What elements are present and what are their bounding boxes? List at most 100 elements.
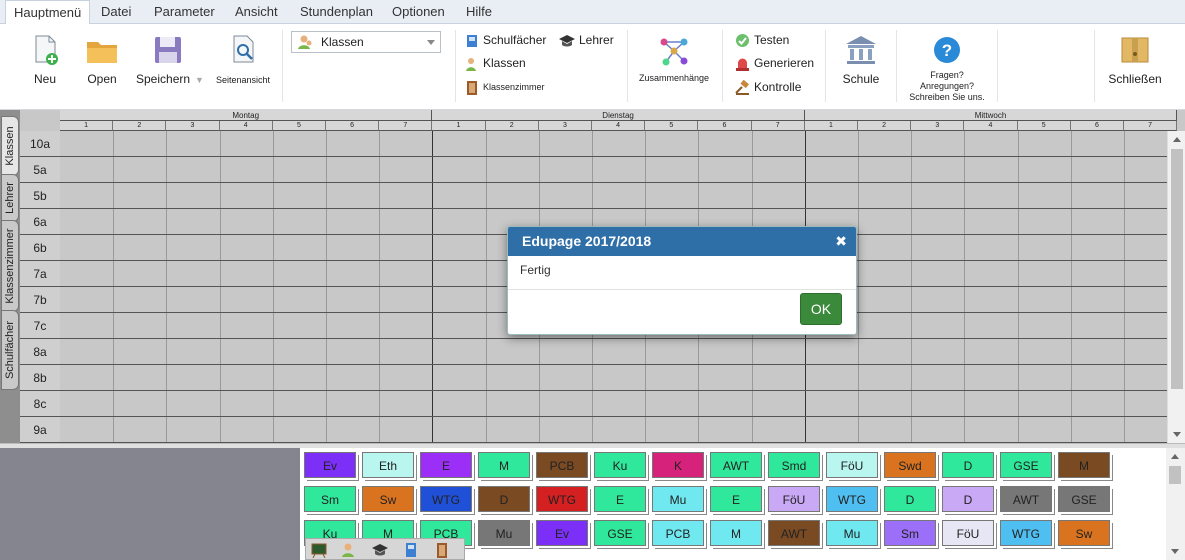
lesson-card[interactable]: FöU [826, 452, 878, 478]
lesson-card[interactable]: Sw [362, 486, 414, 512]
class-row-header[interactable]: 7b [20, 287, 60, 313]
class-row-header[interactable]: 10a [20, 131, 60, 157]
save-button[interactable]: Speichern ▼ [136, 34, 208, 86]
relations-button[interactable]: Zusammenhänge [636, 34, 712, 83]
day-header: Dienstag [432, 110, 805, 121]
close-button[interactable]: Schließen [1105, 34, 1165, 86]
lesson-card[interactable]: M [478, 452, 530, 478]
class-row-header[interactable]: 8c [20, 391, 60, 417]
timetable-scrollbar[interactable] [1167, 131, 1185, 443]
grid-line [273, 131, 274, 443]
lesson-card[interactable]: AWT [1000, 486, 1052, 512]
graduation-cap-icon[interactable] [372, 542, 388, 558]
close-icon[interactable]: ✖ [835, 227, 847, 256]
class-row-header[interactable]: 6b [20, 235, 60, 261]
ok-button[interactable]: OK [800, 293, 842, 325]
lesson-card[interactable]: M [1058, 452, 1110, 478]
menu-tab-hauptmenu[interactable]: Hauptmenü [5, 0, 91, 25]
period-header: 2 [858, 121, 912, 131]
lesson-card[interactable]: Ku [594, 452, 646, 478]
side-tab-lehrer[interactable]: Lehrer [1, 174, 19, 222]
lesson-card[interactable]: E [594, 486, 646, 512]
class-row-header[interactable]: 8b [20, 365, 60, 391]
lesson-card[interactable]: D [942, 452, 994, 478]
scrollbar-thumb[interactable] [1171, 149, 1183, 389]
lesson-card[interactable]: E [710, 486, 762, 512]
save-dropdown-icon[interactable]: ▼ [195, 75, 204, 85]
scroll-down-icon[interactable] [1173, 432, 1181, 437]
lesson-card[interactable]: GSE [1058, 486, 1110, 512]
generate-button[interactable]: Generieren [735, 53, 814, 73]
menu-tab-ansicht[interactable]: Ansicht [235, 0, 278, 24]
class-row-header[interactable]: 8a [20, 339, 60, 365]
scroll-up-icon[interactable] [1173, 137, 1181, 142]
lesson-card[interactable]: WTG [536, 486, 588, 512]
lesson-card[interactable]: M [710, 520, 762, 546]
cards-scrollbar[interactable] [1166, 448, 1185, 560]
lesson-card[interactable]: Eth [362, 452, 414, 478]
lesson-card[interactable]: K [652, 452, 704, 478]
lesson-card[interactable]: Smd [768, 452, 820, 478]
lesson-card[interactable]: Sm [884, 520, 936, 546]
lesson-card[interactable]: WTG [420, 486, 472, 512]
menu-tab-datei[interactable]: Datei [101, 0, 131, 24]
feedback-button[interactable]: ? Fragen? Anregungen? Schreiben Sie uns. [905, 36, 989, 103]
lesson-card[interactable]: Ev [304, 452, 356, 478]
class-row-header[interactable]: 5b [20, 183, 60, 209]
view-select[interactable]: Klassen [291, 31, 441, 53]
test-button[interactable]: Testen [735, 30, 789, 50]
teachers-button[interactable]: Lehrer [559, 30, 614, 50]
school-button[interactable]: Schule [838, 34, 884, 86]
lesson-card[interactable]: Ev [536, 520, 588, 546]
scroll-up-icon[interactable] [1171, 454, 1179, 459]
open-button[interactable]: Open [84, 34, 120, 86]
lesson-card[interactable]: AWT [768, 520, 820, 546]
lesson-card[interactable]: Mu [652, 486, 704, 512]
scroll-down-icon[interactable] [1171, 549, 1179, 554]
lesson-card[interactable]: E [420, 452, 472, 478]
chalkboard-icon[interactable] [311, 542, 327, 558]
class-row-header[interactable]: 7c [20, 313, 60, 339]
lesson-card[interactable]: Sw [1058, 520, 1110, 546]
door-icon[interactable] [434, 542, 450, 558]
lesson-card[interactable]: PCB [652, 520, 704, 546]
period-header: 5 [645, 121, 699, 131]
lesson-card[interactable]: GSE [1000, 452, 1052, 478]
lesson-card[interactable]: GSE [594, 520, 646, 546]
new-button[interactable]: Neu [28, 34, 62, 86]
lesson-card[interactable]: FöU [942, 520, 994, 546]
page-preview-button[interactable]: Seitenansicht [214, 34, 272, 85]
classes-button[interactable]: Klassen [465, 53, 526, 73]
lesson-card[interactable]: AWT [710, 452, 762, 478]
lesson-card[interactable]: WTG [826, 486, 878, 512]
grid-line [964, 131, 965, 443]
lesson-card[interactable]: WTG [1000, 520, 1052, 546]
lesson-card[interactable]: FöU [768, 486, 820, 512]
lesson-card[interactable]: Mu [478, 520, 530, 546]
side-tab-klassenzimmer[interactable]: Klassenzimmer [1, 220, 19, 312]
scrollbar-thumb[interactable] [1169, 466, 1181, 484]
lesson-card[interactable]: D [884, 486, 936, 512]
class-row-header[interactable]: 6a [20, 209, 60, 235]
menu-tab-hilfe[interactable]: Hilfe [466, 0, 492, 24]
side-tab-klassen[interactable]: Klassen [1, 116, 19, 176]
subjects-book-icon[interactable] [403, 542, 419, 558]
rooms-button[interactable]: Klassenzimmer [465, 77, 545, 97]
menu-tab-stundenplan[interactable]: Stundenplan [300, 0, 373, 24]
lesson-card[interactable]: D [942, 486, 994, 512]
class-row-header[interactable]: 5a [20, 157, 60, 183]
side-tab-schulfacher[interactable]: Schulfächer [1, 310, 19, 390]
lesson-card[interactable]: Swd [884, 452, 936, 478]
lesson-card[interactable]: D [478, 486, 530, 512]
lesson-card[interactable]: Sm [304, 486, 356, 512]
menu-tab-parameter[interactable]: Parameter [154, 0, 215, 24]
lesson-card[interactable]: PCB [536, 452, 588, 478]
new-document-icon [35, 35, 58, 65]
lesson-card[interactable]: Mu [826, 520, 878, 546]
subjects-button[interactable]: Schulfächer [465, 30, 546, 50]
class-row-header[interactable]: 9a [20, 417, 60, 443]
menu-tab-optionen[interactable]: Optionen [392, 0, 445, 24]
check-button[interactable]: Kontrolle [735, 77, 801, 97]
class-person-icon[interactable] [341, 542, 357, 558]
class-row-header[interactable]: 7a [20, 261, 60, 287]
